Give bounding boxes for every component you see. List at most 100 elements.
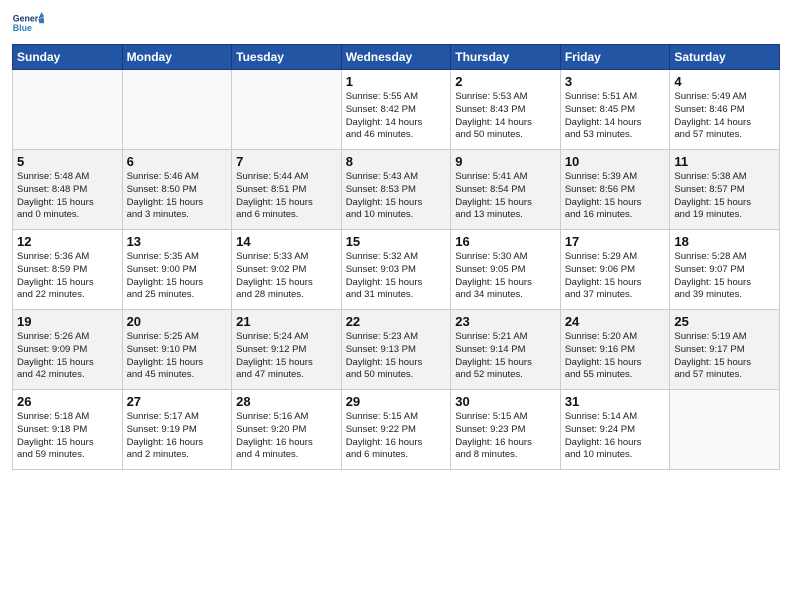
day-number: 1 (346, 74, 447, 89)
header-cell-saturday: Saturday (670, 45, 780, 70)
day-number: 13 (127, 234, 228, 249)
cell-data: Sunrise: 5:25 AMSunset: 9:10 PMDaylight:… (127, 331, 228, 382)
calendar-cell: 30 Sunrise: 5:15 AMSunset: 9:23 PMDayligh… (451, 390, 561, 470)
calendar-cell: 23 Sunrise: 5:21 AMSunset: 9:14 PMDayligh… (451, 310, 561, 390)
day-number: 29 (346, 394, 447, 409)
calendar-cell: 15 Sunrise: 5:32 AMSunset: 9:03 PMDayligh… (341, 230, 451, 310)
day-number: 6 (127, 154, 228, 169)
cell-data: Sunrise: 5:49 AMSunset: 8:46 PMDaylight:… (674, 91, 775, 142)
cell-data: Sunrise: 5:28 AMSunset: 9:07 PMDaylight:… (674, 251, 775, 302)
calendar-header: SundayMondayTuesdayWednesdayThursdayFrid… (13, 45, 780, 70)
calendar-cell: 8 Sunrise: 5:43 AMSunset: 8:53 PMDaylight… (341, 150, 451, 230)
calendar-cell: 28 Sunrise: 5:16 AMSunset: 9:20 PMDayligh… (232, 390, 342, 470)
calendar-cell: 24Sunrise: 5:20 AMSunset: 9:16 PMDayligh… (560, 310, 670, 390)
calendar-cell: 6 Sunrise: 5:46 AMSunset: 8:50 PMDaylight… (122, 150, 232, 230)
day-number: 23 (455, 314, 556, 329)
svg-text:Blue: Blue (13, 23, 32, 33)
cell-data: Sunrise: 5:15 AMSunset: 9:23 PMDaylight:… (455, 411, 556, 462)
cell-data: Sunrise: 5:39 AMSunset: 8:56 PMDaylight:… (565, 171, 666, 222)
day-number: 18 (674, 234, 775, 249)
day-number: 10 (565, 154, 666, 169)
header-cell-sunday: Sunday (13, 45, 123, 70)
day-number: 16 (455, 234, 556, 249)
calendar-cell: 9 Sunrise: 5:41 AMSunset: 8:54 PMDaylight… (451, 150, 561, 230)
day-number: 15 (346, 234, 447, 249)
day-number: 12 (17, 234, 118, 249)
day-number: 28 (236, 394, 337, 409)
calendar-cell: 10 Sunrise: 5:39 AMSunset: 8:56 PMDayligh… (560, 150, 670, 230)
day-number: 14 (236, 234, 337, 249)
cell-data: Sunrise: 5:38 AMSunset: 8:57 PMDaylight:… (674, 171, 775, 222)
day-number: 9 (455, 154, 556, 169)
cell-data: Sunrise: 5:17 AMSunset: 9:19 PMDaylight:… (127, 411, 228, 462)
day-number: 25 (674, 314, 775, 329)
calendar-cell (232, 70, 342, 150)
week-row-2: 5 Sunrise: 5:48 AMSunset: 8:48 PMDaylight… (13, 150, 780, 230)
cell-data: Sunrise: 5:55 AMSunset: 8:42 PMDaylight:… (346, 91, 447, 142)
cell-data: Sunrise: 5:33 AMSunset: 9:02 PMDaylight:… (236, 251, 337, 302)
calendar-cell: 31Sunrise: 5:14 AMSunset: 9:24 PMDayligh… (560, 390, 670, 470)
logo-icon: General Blue (12, 10, 44, 38)
week-row-1: 1 Sunrise: 5:55 AMSunset: 8:42 PMDaylight… (13, 70, 780, 150)
header: General Blue (12, 10, 780, 38)
calendar-cell: 17 Sunrise: 5:29 AMSunset: 9:06 PMDayligh… (560, 230, 670, 310)
cell-data: Sunrise: 5:18 AMSunset: 9:18 PMDaylight:… (17, 411, 118, 462)
cell-data: Sunrise: 5:35 AMSunset: 9:00 PMDaylight:… (127, 251, 228, 302)
cell-data: Sunrise: 5:24 AMSunset: 9:12 PMDaylight:… (236, 331, 337, 382)
day-number: 24 (565, 314, 666, 329)
day-number: 26 (17, 394, 118, 409)
cell-data: Sunrise: 5:30 AMSunset: 9:05 PMDaylight:… (455, 251, 556, 302)
cell-data: Sunrise: 5:21 AMSunset: 9:14 PMDaylight:… (455, 331, 556, 382)
header-cell-tuesday: Tuesday (232, 45, 342, 70)
calendar-cell: 11 Sunrise: 5:38 AMSunset: 8:57 PMDayligh… (670, 150, 780, 230)
header-cell-monday: Monday (122, 45, 232, 70)
day-number: 17 (565, 234, 666, 249)
calendar-cell (13, 70, 123, 150)
page-container: General Blue SundayMondayTuesdayWednesda… (0, 0, 792, 478)
week-row-3: 12Sunrise: 5:36 AMSunset: 8:59 PMDayligh… (13, 230, 780, 310)
calendar-cell: 12Sunrise: 5:36 AMSunset: 8:59 PMDayligh… (13, 230, 123, 310)
cell-data: Sunrise: 5:19 AMSunset: 9:17 PMDaylight:… (674, 331, 775, 382)
cell-data: Sunrise: 5:16 AMSunset: 9:20 PMDaylight:… (236, 411, 337, 462)
calendar-cell: 27Sunrise: 5:17 AMSunset: 9:19 PMDayligh… (122, 390, 232, 470)
calendar-cell (122, 70, 232, 150)
day-number: 7 (236, 154, 337, 169)
cell-data: Sunrise: 5:53 AMSunset: 8:43 PMDaylight:… (455, 91, 556, 142)
day-number: 5 (17, 154, 118, 169)
day-number: 21 (236, 314, 337, 329)
header-row: SundayMondayTuesdayWednesdayThursdayFrid… (13, 45, 780, 70)
cell-data: Sunrise: 5:48 AMSunset: 8:48 PMDaylight:… (17, 171, 118, 222)
calendar-cell: 5 Sunrise: 5:48 AMSunset: 8:48 PMDaylight… (13, 150, 123, 230)
cell-data: Sunrise: 5:46 AMSunset: 8:50 PMDaylight:… (127, 171, 228, 222)
day-number: 8 (346, 154, 447, 169)
calendar-cell: 1 Sunrise: 5:55 AMSunset: 8:42 PMDaylight… (341, 70, 451, 150)
cell-data: Sunrise: 5:43 AMSunset: 8:53 PMDaylight:… (346, 171, 447, 222)
header-cell-friday: Friday (560, 45, 670, 70)
calendar-cell: 21 Sunrise: 5:24 AMSunset: 9:12 PMDayligh… (232, 310, 342, 390)
cell-data: Sunrise: 5:41 AMSunset: 8:54 PMDaylight:… (455, 171, 556, 222)
week-row-4: 19 Sunrise: 5:26 AMSunset: 9:09 PMDayligh… (13, 310, 780, 390)
calendar-body: 1 Sunrise: 5:55 AMSunset: 8:42 PMDaylight… (13, 70, 780, 470)
header-cell-wednesday: Wednesday (341, 45, 451, 70)
logo: General Blue (12, 10, 48, 38)
week-row-5: 26 Sunrise: 5:18 AMSunset: 9:18 PMDayligh… (13, 390, 780, 470)
day-number: 20 (127, 314, 228, 329)
day-number: 11 (674, 154, 775, 169)
cell-data: Sunrise: 5:26 AMSunset: 9:09 PMDaylight:… (17, 331, 118, 382)
calendar-cell: 3Sunrise: 5:51 AMSunset: 8:45 PMDaylight… (560, 70, 670, 150)
header-cell-thursday: Thursday (451, 45, 561, 70)
day-number: 31 (565, 394, 666, 409)
calendar-cell: 18 Sunrise: 5:28 AMSunset: 9:07 PMDayligh… (670, 230, 780, 310)
day-number: 2 (455, 74, 556, 89)
calendar-cell: 16 Sunrise: 5:30 AMSunset: 9:05 PMDayligh… (451, 230, 561, 310)
cell-data: Sunrise: 5:29 AMSunset: 9:06 PMDaylight:… (565, 251, 666, 302)
calendar-cell: 2 Sunrise: 5:53 AMSunset: 8:43 PMDaylight… (451, 70, 561, 150)
calendar-cell: 22Sunrise: 5:23 AMSunset: 9:13 PMDayligh… (341, 310, 451, 390)
calendar-cell: 19 Sunrise: 5:26 AMSunset: 9:09 PMDayligh… (13, 310, 123, 390)
cell-data: Sunrise: 5:32 AMSunset: 9:03 PMDaylight:… (346, 251, 447, 302)
day-number: 30 (455, 394, 556, 409)
day-number: 3 (565, 74, 666, 89)
day-number: 19 (17, 314, 118, 329)
calendar-cell: 7Sunrise: 5:44 AMSunset: 8:51 PMDaylight… (232, 150, 342, 230)
calendar-cell (670, 390, 780, 470)
